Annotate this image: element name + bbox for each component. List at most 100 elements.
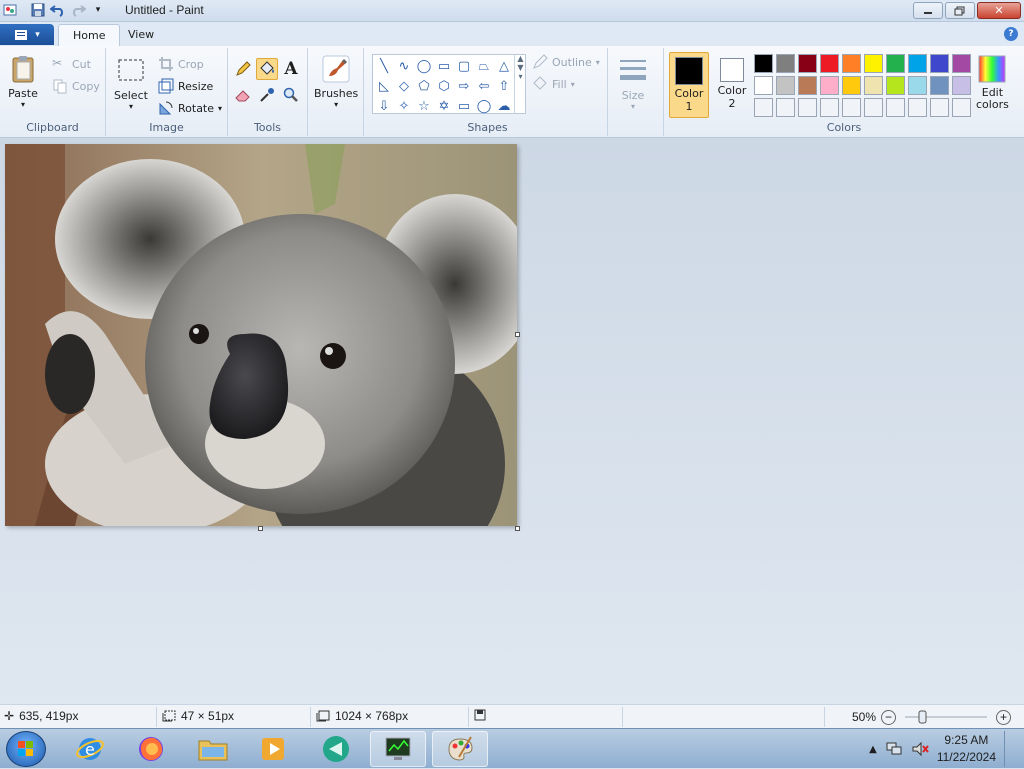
cut-button[interactable]: ✂ Cut	[52, 56, 91, 72]
paint-app-icon[interactable]	[2, 2, 18, 18]
text-tool[interactable]: A	[280, 58, 302, 80]
taskbar-task-manager[interactable]	[370, 731, 426, 767]
tab-view[interactable]: View	[114, 24, 168, 46]
palette-swatch[interactable]	[952, 76, 971, 95]
taskbar-firefox[interactable]	[123, 731, 179, 767]
five-point-star-shape-icon[interactable]: ☆	[414, 96, 434, 116]
resize-handle-corner[interactable]	[515, 526, 520, 531]
fill-tool[interactable]	[256, 58, 278, 80]
pentagon-shape-icon[interactable]: ⬠	[414, 76, 434, 96]
zoom-out-icon[interactable]: −	[881, 709, 897, 725]
paint-menu-button[interactable]: ▾	[0, 24, 54, 45]
palette-swatch[interactable]	[842, 76, 861, 95]
oval-shape-icon[interactable]: ◯	[414, 56, 434, 76]
diamond-shape-icon[interactable]: ◇	[394, 76, 414, 96]
polygon-shape-icon[interactable]: ⏢	[474, 56, 494, 76]
customize-qat-icon[interactable]: ▾	[90, 2, 106, 18]
palette-swatch[interactable]	[776, 98, 795, 117]
palette-swatch[interactable]	[930, 76, 949, 95]
eraser-tool[interactable]	[232, 84, 254, 106]
triangle-shape-icon[interactable]: △	[494, 56, 514, 76]
edit-colors-button[interactable]: Edit colors	[976, 54, 1009, 111]
color2-button[interactable]: Color 2	[712, 52, 752, 116]
redo-icon[interactable]	[70, 2, 86, 18]
palette-swatch[interactable]	[842, 54, 861, 73]
shapes-scroll[interactable]: ▲ ▼ ▾	[514, 54, 526, 114]
undo-icon[interactable]	[50, 2, 66, 18]
left-arrow-shape-icon[interactable]: ⇦	[474, 76, 494, 96]
palette-swatch[interactable]	[864, 98, 883, 117]
palette-swatch[interactable]	[864, 54, 883, 73]
taskbar-internet-explorer[interactable]: e	[62, 731, 118, 767]
minimize-button[interactable]	[913, 2, 943, 19]
rounded-callout-shape-icon[interactable]: ▭	[454, 96, 474, 116]
start-button[interactable]	[6, 731, 46, 767]
palette-swatch[interactable]	[886, 98, 905, 117]
pencil-tool[interactable]	[232, 58, 254, 80]
palette-swatch[interactable]	[908, 98, 927, 117]
palette-swatch[interactable]	[864, 76, 883, 95]
hexagon-shape-icon[interactable]: ⬡	[434, 76, 454, 96]
maximize-button[interactable]	[945, 2, 975, 19]
up-arrow-shape-icon[interactable]: ⇧	[494, 76, 514, 96]
rotate-button[interactable]: Rotate ▾	[158, 100, 222, 116]
palette-swatch[interactable]	[776, 54, 795, 73]
palette-swatch[interactable]	[776, 76, 795, 95]
palette-swatch[interactable]	[930, 98, 949, 117]
taskbar-green-app[interactable]	[308, 731, 364, 767]
brushes-button[interactable]: Brushes ▾	[314, 54, 358, 109]
palette-swatch[interactable]	[820, 98, 839, 117]
four-point-star-shape-icon[interactable]: ✧	[394, 96, 414, 116]
palette-swatch[interactable]	[842, 98, 861, 117]
down-arrow-shape-icon[interactable]: ⇩	[374, 96, 394, 116]
color-picker-tool[interactable]	[256, 84, 278, 106]
help-icon[interactable]: ?	[1004, 27, 1018, 41]
tab-home[interactable]: Home	[58, 24, 121, 46]
taskbar-file-explorer[interactable]	[185, 731, 241, 767]
resize-button[interactable]: Resize	[158, 78, 213, 94]
palette-swatch[interactable]	[886, 54, 905, 73]
canvas-workspace[interactable]	[0, 138, 1024, 704]
right-triangle-shape-icon[interactable]: ◺	[374, 76, 394, 96]
paste-button[interactable]: Paste ▾	[8, 54, 38, 109]
palette-swatch[interactable]	[908, 54, 927, 73]
resize-handle-bottom[interactable]	[258, 526, 263, 531]
palette-swatch[interactable]	[952, 98, 971, 117]
taskbar-media-player[interactable]	[245, 731, 301, 767]
show-hidden-icons-icon[interactable]: ▲	[869, 744, 877, 755]
size-button[interactable]: Size ▾	[618, 56, 648, 111]
palette-swatch[interactable]	[886, 76, 905, 95]
zoom-slider[interactable]	[901, 709, 991, 725]
cloud-callout-shape-icon[interactable]: ☁	[494, 96, 514, 116]
palette-swatch[interactable]	[952, 54, 971, 73]
outline-button[interactable]: Outline ▾	[532, 54, 600, 70]
fill-button[interactable]: Fill ▾	[532, 76, 575, 92]
copy-button[interactable]: Copy	[52, 78, 100, 94]
network-icon[interactable]	[885, 741, 903, 757]
zoom-in-icon[interactable]: +	[996, 709, 1012, 725]
curve-shape-icon[interactable]: ∿	[394, 56, 414, 76]
line-shape-icon[interactable]: ╲	[374, 56, 394, 76]
magnifier-tool[interactable]	[280, 84, 302, 106]
palette-swatch[interactable]	[798, 54, 817, 73]
right-arrow-shape-icon[interactable]: ⇨	[454, 76, 474, 96]
rectangle-shape-icon[interactable]: ▭	[434, 56, 454, 76]
palette-swatch[interactable]	[754, 76, 773, 95]
palette-swatch[interactable]	[820, 76, 839, 95]
close-button[interactable]: ✕	[977, 2, 1021, 19]
palette-swatch[interactable]	[930, 54, 949, 73]
resize-handle-right[interactable]	[515, 332, 520, 337]
rounded-rectangle-shape-icon[interactable]: ▢	[454, 56, 474, 76]
palette-swatch[interactable]	[798, 76, 817, 95]
palette-swatch[interactable]	[754, 54, 773, 73]
color1-button[interactable]: Color 1	[669, 52, 709, 118]
taskbar-clock[interactable]: 9:25 AM 11/22/2024	[937, 732, 996, 766]
show-desktop-button[interactable]	[1004, 731, 1014, 767]
palette-swatch[interactable]	[820, 54, 839, 73]
six-point-star-shape-icon[interactable]: ✡	[434, 96, 454, 116]
select-button[interactable]: Select ▾	[114, 56, 148, 111]
crop-button[interactable]: Crop	[158, 56, 204, 72]
palette-swatch[interactable]	[908, 76, 927, 95]
palette-swatch[interactable]	[798, 98, 817, 117]
palette-swatch[interactable]	[754, 98, 773, 117]
